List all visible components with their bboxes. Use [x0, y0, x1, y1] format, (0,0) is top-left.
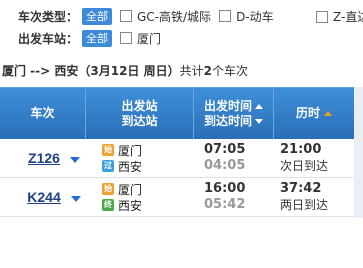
stations-cell: 始 厦门 终 西安 [86, 178, 194, 216]
header-arrive-time: 到达时间 [203, 113, 252, 128]
end-station-icon: 终 [102, 199, 114, 211]
header-duration-label: 历时 [295, 106, 320, 120]
table-row: K244 始 厦门 终 西安 16:00 05:42 37:42 两日到达 [0, 178, 363, 217]
count-suffix: 个车次 [211, 64, 248, 78]
duration-cell: 21:00 次日到达 [274, 139, 354, 177]
option-label: D-动车 [236, 9, 274, 24]
checkbox[interactable] [120, 32, 132, 44]
checkbox[interactable] [219, 10, 232, 22]
sort-asc-icon [255, 103, 263, 109]
train-table: 车次 出发站 到达站 出发时间 到达时间 历时 Z126 始 厦门 过 西安 0… [0, 87, 363, 217]
checkbox[interactable] [120, 10, 132, 22]
from-station-name: 厦门 [118, 182, 143, 197]
option-label: GC-高铁/城际 [137, 9, 212, 24]
start-station-icon: 始 [102, 183, 114, 195]
sort-depart-time[interactable]: 出发时间 [204, 99, 263, 114]
train-number-link[interactable]: K244 [27, 189, 60, 205]
filter-option-d[interactable]: D-动车 [219, 8, 274, 25]
pass-station-icon: 过 [102, 160, 114, 172]
arrival-day: 两日到达 [280, 198, 329, 212]
train-cell: Z126 [0, 139, 86, 177]
option-label: 厦门 [137, 31, 162, 46]
route-summary: 厦门 --> 西安（3月12日 周日）共计2个车次 [2, 62, 248, 79]
table-scroll-edge [354, 87, 363, 218]
train-number-link[interactable]: Z126 [28, 150, 60, 166]
duration: 37:42 [280, 181, 322, 196]
expand-caret-icon[interactable] [69, 157, 80, 163]
duration: 21:00 [280, 142, 322, 157]
train-type-all-chip[interactable]: 全部 [82, 7, 112, 25]
header-depart-time: 出发时间 [203, 98, 252, 113]
header-stations: 出发站 到达站 [86, 88, 194, 139]
header-time: 出发时间 到达时间 [194, 88, 274, 139]
depart-time: 16:00 [204, 181, 246, 196]
checkbox[interactable] [316, 10, 328, 23]
sort-desc-icon [255, 118, 263, 124]
departure-station-filter: 出发车站： 全部 厦门 [0, 28, 169, 48]
train-cell: K244 [0, 178, 86, 216]
departure-all-chip[interactable]: 全部 [82, 29, 112, 47]
from-station-name: 厦门 [118, 143, 143, 158]
sort-duration[interactable]: 历时 [296, 106, 332, 121]
route-text: 厦门 --> 西安（3月12日 周日） [2, 64, 180, 78]
filter-option-xiamen[interactable]: 厦门 [120, 30, 161, 47]
to-station-name: 西安 [118, 159, 143, 174]
header-duration: 历时 [274, 88, 354, 139]
duration-cell: 37:42 两日到达 [274, 178, 354, 216]
train-count: 2 [203, 64, 212, 78]
filter-option-z[interactable]: Z-直达 [316, 8, 363, 25]
time-cell: 07:05 04:05 [194, 139, 274, 177]
expand-caret-icon[interactable] [70, 196, 81, 202]
arrive-time: 05:42 [204, 197, 246, 212]
option-label: Z-直达 [333, 10, 363, 24]
sort-arrive-time[interactable]: 到达时间 [204, 114, 263, 129]
time-cell: 16:00 05:42 [194, 178, 274, 216]
header-to-station: 到达站 [121, 113, 158, 128]
arrive-time: 04:05 [204, 158, 246, 173]
to-station: 过 西安 [102, 158, 194, 174]
from-station: 始 厦门 [102, 142, 194, 158]
train-type-label: 车次类型： [18, 9, 79, 24]
departure-station-label: 出发车站： [18, 31, 79, 46]
train-type-filter: 车次类型： 全部 GC-高铁/城际 D-动车 Z-直达 [0, 6, 363, 26]
stations-cell: 始 厦门 过 西安 [86, 139, 194, 177]
header-from-station: 出发站 [121, 98, 158, 113]
table-row: Z126 始 厦门 过 西安 07:05 04:05 21:00 次日到达 [0, 139, 363, 178]
from-station: 始 厦门 [102, 181, 194, 197]
to-station-name: 西安 [118, 198, 143, 213]
depart-time: 07:05 [204, 142, 246, 157]
header-train: 车次 [0, 88, 86, 139]
sort-active-icon [324, 111, 332, 116]
arrival-day: 次日到达 [280, 159, 329, 173]
header-train-label: 车次 [30, 106, 55, 120]
start-station-icon: 始 [102, 144, 114, 156]
filter-option-gc[interactable]: GC-高铁/城际 [120, 8, 211, 25]
table-header: 车次 出发站 到达站 出发时间 到达时间 历时 [0, 87, 363, 139]
count-prefix: 共计 [179, 64, 204, 78]
to-station: 终 西安 [102, 197, 194, 213]
